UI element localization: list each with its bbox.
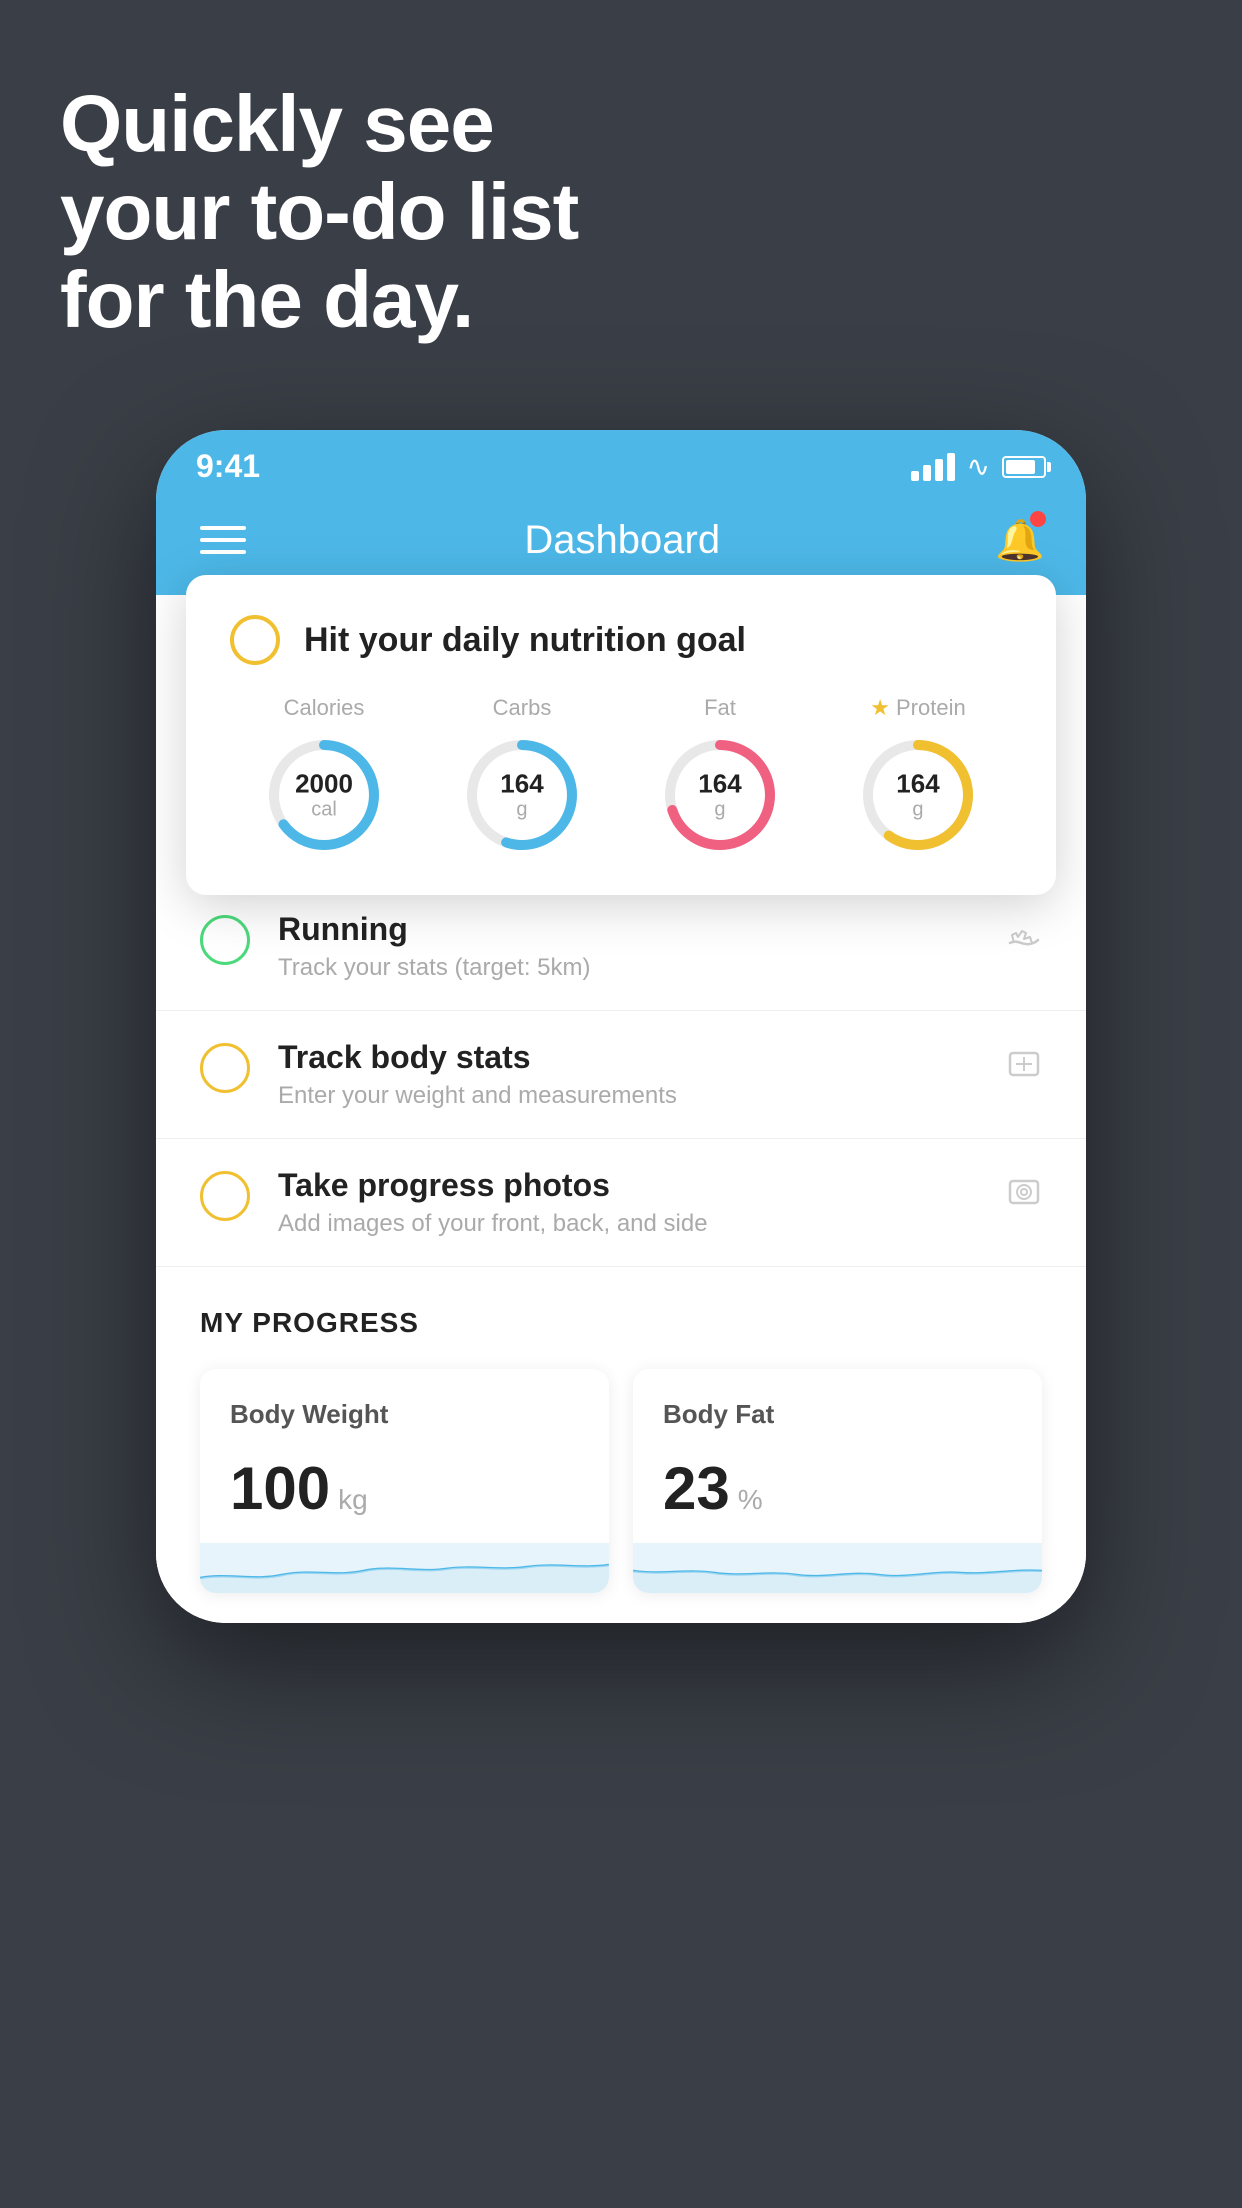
calories-unit: cal xyxy=(295,798,353,820)
status-icons: ∿ xyxy=(911,450,1046,483)
nutrition-card-header: Hit your daily nutrition goal xyxy=(230,615,1012,665)
fat-donut: 164 g xyxy=(660,735,780,855)
progress-title: MY PROGRESS xyxy=(200,1307,1042,1339)
protein-label: ★ Protein xyxy=(870,695,965,721)
todo-sub-photos: Add images of your front, back, and side xyxy=(278,1210,978,1238)
signal-icon xyxy=(911,453,955,481)
weight-sparkline xyxy=(200,1543,609,1593)
todo-name-photos: Take progress photos xyxy=(278,1167,978,1204)
todo-circle-body-stats xyxy=(200,1043,250,1093)
calories-value: 2000 xyxy=(295,770,353,799)
progress-section: MY PROGRESS Body Weight 100 kg xyxy=(156,1267,1086,1623)
nutrition-radio[interactable] xyxy=(230,615,280,665)
fat-sparkline xyxy=(633,1543,1042,1593)
carbs-value: 164 xyxy=(500,770,543,799)
todo-progress-photos[interactable]: Take progress photos Add images of your … xyxy=(156,1139,1086,1267)
todo-list: Running Track your stats (target: 5km) T… xyxy=(156,883,1086,1267)
phone-mockup: 9:41 ∿ Dashboard ▲ 🔔 THINGS TO xyxy=(156,430,1086,1623)
todo-sub-body-stats: Enter your weight and measurements xyxy=(278,1082,978,1110)
progress-cards: Body Weight 100 kg Body Fat xyxy=(200,1369,1042,1593)
protein-unit: g xyxy=(896,798,939,820)
scale-icon xyxy=(1006,1045,1042,1090)
nutrition-card[interactable]: Hit your daily nutrition goal Calories 2… xyxy=(186,575,1056,895)
body-fat-label: Body Fat xyxy=(663,1399,1012,1430)
todo-running[interactable]: Running Track your stats (target: 5km) xyxy=(156,883,1086,1011)
todo-text-running: Running Track your stats (target: 5km) xyxy=(278,911,978,982)
goal-calories: Calories 2000 cal xyxy=(264,695,384,855)
calories-label: Calories xyxy=(284,695,365,721)
todo-text-body-stats: Track body stats Enter your weight and m… xyxy=(278,1039,978,1110)
carbs-label: Carbs xyxy=(493,695,552,721)
calories-donut: 2000 cal xyxy=(264,735,384,855)
todo-name-body-stats: Track body stats xyxy=(278,1039,978,1076)
nav-title: Dashboard xyxy=(524,518,720,563)
headline: Quickly see your to-do list for the day. xyxy=(60,80,578,344)
fat-unit: g xyxy=(698,798,741,820)
todo-text-photos: Take progress photos Add images of your … xyxy=(278,1167,978,1238)
protein-value: 164 xyxy=(896,770,939,799)
nutrition-goals: Calories 2000 cal Carbs xyxy=(230,695,1012,855)
todo-body-stats[interactable]: Track body stats Enter your weight and m… xyxy=(156,1011,1086,1139)
hamburger-menu[interactable] xyxy=(200,526,246,554)
goal-protein: ★ Protein 164 g xyxy=(858,695,978,855)
body-weight-unit: kg xyxy=(338,1484,368,1516)
body-weight-value-row: 100 kg xyxy=(230,1454,579,1523)
body-weight-label: Body Weight xyxy=(230,1399,579,1430)
status-time: 9:41 xyxy=(196,448,260,485)
goal-carbs: Carbs 164 g xyxy=(462,695,582,855)
battery-icon xyxy=(1002,456,1046,478)
photo-icon xyxy=(1006,1173,1042,1218)
status-bar: 9:41 ∿ xyxy=(156,430,1086,495)
todo-name-running: Running xyxy=(278,911,978,948)
goal-fat: Fat 164 g xyxy=(660,695,780,855)
body-fat-number: 23 xyxy=(663,1454,730,1523)
body-fat-unit: % xyxy=(738,1484,763,1516)
phone-content: THINGS TO DO TODAY Hit your daily nutrit… xyxy=(156,595,1086,1623)
carbs-unit: g xyxy=(500,798,543,820)
todo-sub-running: Track your stats (target: 5km) xyxy=(278,954,978,982)
todo-circle-photos xyxy=(200,1171,250,1221)
nutrition-title: Hit your daily nutrition goal xyxy=(304,621,746,660)
progress-card-fat[interactable]: Body Fat 23 % xyxy=(633,1369,1042,1593)
body-fat-value-row: 23 % xyxy=(663,1454,1012,1523)
star-icon: ★ xyxy=(870,695,890,721)
wifi-icon: ∿ xyxy=(967,450,990,483)
body-weight-number: 100 xyxy=(230,1454,330,1523)
todo-circle-running xyxy=(200,915,250,965)
progress-card-weight[interactable]: Body Weight 100 kg xyxy=(200,1369,609,1593)
fat-value: 164 xyxy=(698,770,741,799)
shoe-icon xyxy=(1006,917,1042,962)
carbs-donut: 164 g xyxy=(462,735,582,855)
protein-donut: 164 g xyxy=(858,735,978,855)
fat-label: Fat xyxy=(704,695,736,721)
notification-bell[interactable]: ▲ 🔔 xyxy=(998,515,1042,565)
